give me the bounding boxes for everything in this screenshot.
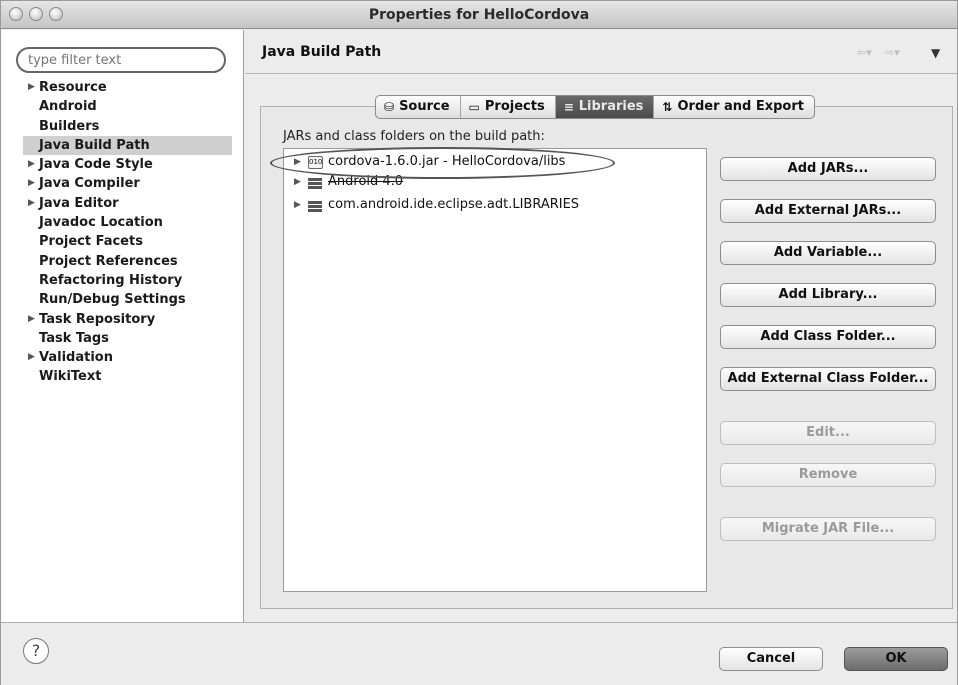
sidebar-item-resource[interactable]: ▶ Resource	[23, 78, 232, 97]
sidebar-item-javadoc-location[interactable]: Javadoc Location	[23, 213, 232, 232]
sidebar-item-label: Java Code Style	[39, 157, 153, 173]
sidebar-item-label: Builders	[39, 118, 100, 134]
expand-triangle-icon[interactable]: ▶	[28, 155, 35, 174]
sidebar-item-label: Task Tags	[39, 330, 109, 346]
expand-triangle-icon[interactable]: ▶	[28, 194, 35, 213]
sidebar-item-java-compiler[interactable]: ▶ Java Compiler	[23, 174, 232, 193]
window-title: Properties for HelloCordova	[368, 7, 590, 23]
expand-triangle-icon[interactable]: ▶	[294, 152, 304, 172]
sidebar-item-validation[interactable]: ▶ Validation	[23, 348, 232, 367]
sidebar-item-label: Refactoring History	[39, 272, 183, 288]
sidebar: ▶ Resource Android Builders Java Build Pa…	[1, 30, 244, 622]
back-arrow-icon[interactable]: ⇦▾	[857, 46, 872, 59]
sidebar-item-label: Validation	[39, 350, 113, 366]
forward-arrow-icon[interactable]: ⇨▾	[885, 46, 900, 59]
tab-libraries[interactable]: ≡ Libraries	[555, 96, 655, 118]
order-export-icon: ⇅	[662, 100, 673, 114]
sidebar-item-task-repository[interactable]: ▶ Task Repository	[23, 310, 232, 329]
expand-triangle-icon[interactable]: ▶	[294, 172, 304, 192]
tab-source[interactable]: ⛁ Source	[376, 96, 461, 118]
title-bar: Properties for HelloCordova	[1, 1, 957, 29]
add-external-class-folder-button[interactable]: Add External Class Folder...	[720, 367, 936, 391]
sidebar-item-java-editor[interactable]: ▶ Java Editor	[23, 194, 232, 213]
sidebar-item-label: Java Build Path	[39, 137, 150, 153]
build-path-label: JARs and class folders on the build path…	[283, 129, 545, 144]
sidebar-item-label: Java Editor	[39, 195, 119, 211]
dialog-footer: ? Cancel OK	[1, 622, 957, 685]
remove-button[interactable]: Remove	[720, 463, 936, 487]
ok-button[interactable]: OK	[844, 647, 948, 671]
tab-label: Projects	[484, 99, 545, 114]
tab-label: Order and Export	[677, 99, 804, 114]
page-header: Java Build Path ⇦▾ ⇨▾ ▼	[245, 30, 957, 74]
expand-triangle-icon[interactable]: ▶	[28, 78, 35, 97]
add-jars-button[interactable]: Add JARs...	[720, 157, 936, 181]
sidebar-item-run-debug-settings[interactable]: Run/Debug Settings	[23, 290, 232, 309]
library-icon	[308, 199, 323, 212]
tab-order-and-export[interactable]: ⇅ Order and Export	[654, 96, 814, 118]
sidebar-item-label: Project Facets	[39, 234, 143, 250]
sidebar-item-label: Android	[39, 99, 97, 115]
build-path-list[interactable]: ▶ 010 cordova-1.6.0.jar - HelloCordova/l…	[283, 148, 707, 592]
tab-projects[interactable]: ▭ Projects	[461, 96, 556, 118]
expand-triangle-icon[interactable]: ▶	[294, 195, 304, 215]
expand-triangle-icon[interactable]: ▶	[28, 174, 35, 193]
sidebar-item-label: Java Compiler	[39, 176, 140, 192]
filter-input[interactable]	[16, 47, 226, 73]
page-title: Java Build Path	[262, 44, 382, 60]
properties-dialog: Properties for HelloCordova ▶ Resource An…	[0, 0, 958, 685]
add-external-jars-button[interactable]: Add External JARs...	[720, 199, 936, 223]
source-folder-icon: ⛁	[384, 100, 395, 114]
sidebar-item-java-build-path[interactable]: Java Build Path	[23, 135, 232, 156]
jar-icon: 010	[308, 155, 323, 169]
list-item-cordova-jar[interactable]: ▶ 010 cordova-1.6.0.jar - HelloCordova/l…	[294, 152, 565, 172]
sidebar-item-task-tags[interactable]: Task Tags	[23, 329, 232, 348]
sidebar-item-label: Resource	[39, 80, 107, 95]
view-menu-icon[interactable]: ▼	[931, 46, 940, 60]
edit-button[interactable]: Edit...	[720, 421, 936, 445]
cancel-button[interactable]: Cancel	[719, 647, 823, 671]
list-item-adt-libraries[interactable]: ▶ com.android.ide.eclipse.adt.LIBRARIES	[294, 195, 579, 215]
list-item-label: cordova-1.6.0.jar - HelloCordova/libs	[328, 154, 566, 169]
tab-label: Source	[399, 99, 450, 114]
list-item-label: com.android.ide.eclipse.adt.LIBRARIES	[328, 197, 580, 212]
sidebar-item-wikitext[interactable]: WikiText	[23, 367, 232, 386]
migrate-jar-button[interactable]: Migrate JAR File...	[720, 517, 936, 541]
library-icon	[308, 176, 323, 189]
sidebar-item-java-code-style[interactable]: ▶ Java Code Style	[23, 155, 232, 174]
sidebar-item-refactoring-history[interactable]: Refactoring History	[23, 271, 232, 290]
sidebar-item-builders[interactable]: Builders	[23, 117, 232, 136]
help-icon[interactable]: ?	[23, 638, 49, 664]
list-item-label: Android 4.0	[328, 174, 404, 189]
sidebar-item-label: Project References	[39, 253, 178, 269]
add-library-button[interactable]: Add Library...	[720, 283, 936, 307]
expand-triangle-icon[interactable]: ▶	[28, 348, 35, 367]
add-variable-button[interactable]: Add Variable...	[720, 241, 936, 265]
libraries-icon: ≡	[563, 100, 574, 114]
sidebar-item-project-facets[interactable]: Project Facets	[23, 232, 232, 251]
sidebar-item-label: Run/Debug Settings	[39, 292, 186, 308]
property-page-tree: ▶ Resource Android Builders Java Build Pa…	[23, 78, 232, 387]
sidebar-item-android[interactable]: Android	[23, 97, 232, 116]
sidebar-item-label: Task Repository	[39, 311, 156, 327]
expand-triangle-icon[interactable]: ▶	[28, 310, 35, 329]
tab-label: Libraries	[578, 99, 644, 114]
sidebar-item-label: Javadoc Location	[39, 215, 163, 231]
list-item-android-4[interactable]: ▶ Android 4.0	[294, 172, 403, 192]
projects-folder-icon: ▭	[468, 100, 480, 114]
add-class-folder-button[interactable]: Add Class Folder...	[720, 325, 936, 349]
sidebar-item-label: WikiText	[39, 369, 102, 385]
tab-bar: ⛁ Source ▭ Projects ≡ Libraries ⇅ Order and …	[375, 95, 815, 119]
sidebar-item-project-references[interactable]: Project References	[23, 252, 232, 271]
